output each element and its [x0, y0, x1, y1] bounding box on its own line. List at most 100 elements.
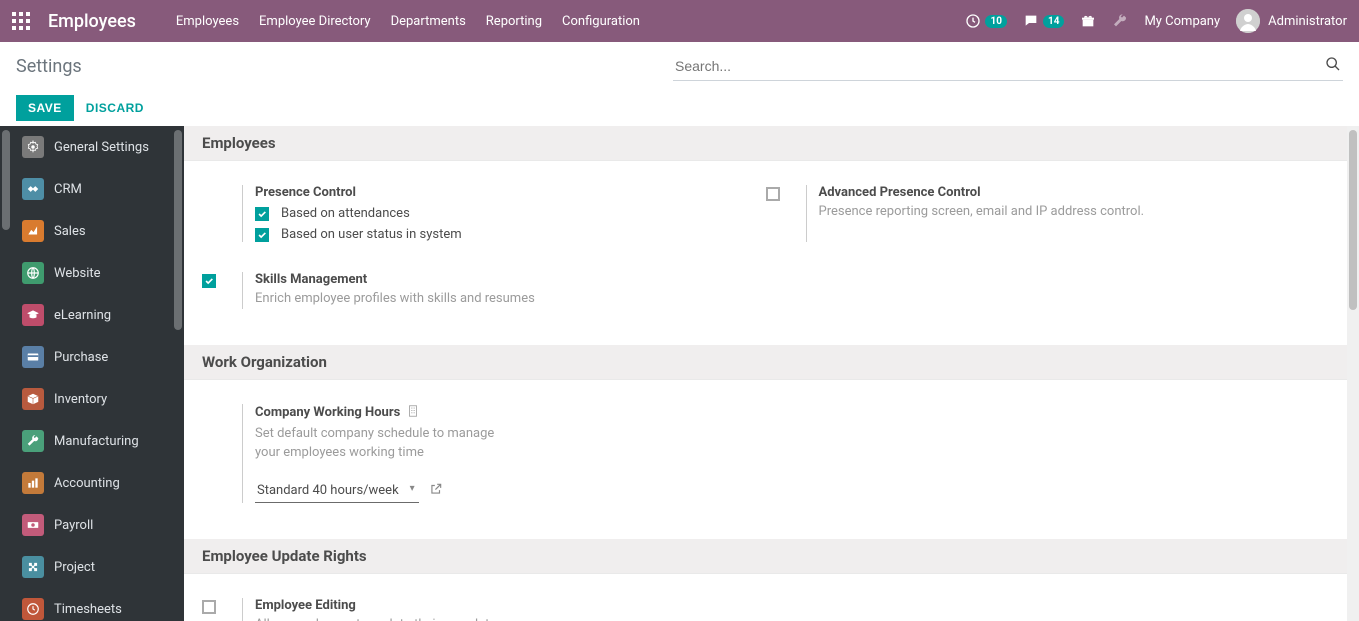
save-button[interactable]: SAVE	[16, 95, 74, 121]
topbar-right: 10 14 My Company Administrator	[965, 9, 1347, 33]
sidebar-item-label: eLearning	[54, 308, 111, 323]
action-bar: SAVE DISCARD	[0, 90, 1359, 126]
cap-icon	[22, 304, 44, 326]
clock-icon	[22, 598, 44, 620]
sidebar-item-website[interactable]: Website	[12, 252, 172, 294]
company-name[interactable]: My Company	[1144, 14, 1220, 29]
settings-sidebar: General Settings CRM Sales Website eLear…	[12, 126, 172, 621]
setting-title: Company Working Hours	[255, 404, 766, 422]
search-input[interactable]	[673, 52, 1343, 81]
wrench-icon	[22, 430, 44, 452]
setting-desc: Allow employees to update their own data	[255, 615, 766, 621]
sidebar-item-label: General Settings	[54, 140, 149, 155]
activities-count: 10	[985, 15, 1006, 28]
globe-icon	[22, 262, 44, 284]
sidebar-item-label: Manufacturing	[54, 434, 139, 449]
section-header-work-org: Work Organization	[184, 345, 1347, 380]
sidebar-item-label: Purchase	[54, 350, 108, 365]
user-menu[interactable]: Administrator	[1236, 9, 1347, 33]
sidebar-item-general-settings[interactable]: General Settings	[12, 126, 172, 168]
setting-title: Presence Control	[255, 185, 766, 200]
setting-desc: Enrich employee profiles with skills and…	[255, 289, 1329, 309]
sidebar-item-label: Sales	[54, 224, 86, 239]
settings-content: Employees Presence Control Based on atte…	[184, 126, 1347, 621]
search-wrap	[673, 52, 1343, 81]
checkbox-label: Based on attendances	[281, 206, 410, 221]
sidebar-scrollbar-left[interactable]	[0, 126, 12, 621]
setting-working-hours: Company Working Hours Set default compan…	[202, 398, 766, 509]
sidebar-item-label: Payroll	[54, 518, 93, 533]
breadcrumb-bar: Settings	[0, 42, 1359, 90]
gear-icon	[22, 136, 44, 158]
sidebar-item-elearning[interactable]: eLearning	[12, 294, 172, 336]
box-icon	[22, 388, 44, 410]
sidebar-item-label: CRM	[54, 182, 82, 197]
checkbox-attendances[interactable]	[255, 207, 269, 221]
discard-button[interactable]: DISCARD	[86, 101, 144, 115]
apps-icon[interactable]	[12, 12, 30, 30]
sidebar-item-accounting[interactable]: Accounting	[12, 462, 172, 504]
sidebar-item-sales[interactable]: Sales	[12, 210, 172, 252]
section-header-employees: Employees	[184, 126, 1347, 161]
app-brand[interactable]: Employees	[48, 11, 136, 32]
puzzle-icon	[22, 556, 44, 578]
checkbox-skills-management[interactable]	[202, 274, 216, 288]
select-value: Standard 40 hours/week	[257, 483, 399, 498]
working-hours-select[interactable]: Standard 40 hours/week	[255, 479, 419, 503]
chart-icon	[22, 220, 44, 242]
chat-icon	[1023, 13, 1039, 29]
card-icon	[22, 346, 44, 368]
sidebar-item-label: Website	[54, 266, 101, 281]
sidebar-item-project[interactable]: Project	[12, 546, 172, 588]
user-name: Administrator	[1268, 14, 1347, 29]
activities-button[interactable]: 10	[965, 13, 1006, 29]
sidebar-item-label: Project	[54, 560, 95, 575]
checkbox-user-status[interactable]	[255, 228, 269, 242]
nav-departments[interactable]: Departments	[391, 14, 466, 29]
money-icon	[22, 514, 44, 536]
setting-desc: Presence reporting screen, email and IP …	[819, 202, 1330, 222]
checkbox-advanced-presence[interactable]	[766, 187, 780, 201]
setting-desc: Set default company schedule to manage y…	[255, 424, 515, 463]
sidebar-item-payroll[interactable]: Payroll	[12, 504, 172, 546]
setting-title: Advanced Presence Control	[819, 185, 1330, 200]
sidebar-scrollbar-right[interactable]	[172, 126, 184, 621]
building-icon	[406, 404, 420, 422]
checkbox-employee-editing[interactable]	[202, 600, 216, 614]
sidebar-item-timesheets[interactable]: Timesheets	[12, 588, 172, 621]
setting-employee-editing: Employee Editing Allow employees to upda…	[202, 592, 766, 621]
messages-count: 14	[1043, 15, 1064, 28]
nav-employee-directory[interactable]: Employee Directory	[259, 14, 371, 29]
topbar: Employees Employees Employee Directory D…	[0, 0, 1359, 42]
clock-icon	[965, 13, 981, 29]
sidebar-item-label: Accounting	[54, 476, 120, 491]
bars-icon	[22, 472, 44, 494]
setting-skills-management: Skills Management Enrich employee profil…	[202, 266, 1329, 315]
external-link-icon[interactable]	[429, 482, 443, 500]
gift-icon[interactable]	[1080, 13, 1096, 29]
nav-configuration[interactable]: Configuration	[562, 14, 640, 29]
sidebar-item-label: Inventory	[54, 392, 107, 407]
page-title: Settings	[16, 56, 82, 77]
setting-title: Employee Editing	[255, 598, 766, 613]
content-scrollbar[interactable]	[1347, 126, 1359, 621]
sidebar-item-purchase[interactable]: Purchase	[12, 336, 172, 378]
sidebar-item-manufacturing[interactable]: Manufacturing	[12, 420, 172, 462]
setting-title: Skills Management	[255, 272, 1329, 287]
setting-title-text: Company Working Hours	[255, 405, 400, 420]
nav-employees[interactable]: Employees	[176, 14, 239, 29]
section-header-update-rights: Employee Update Rights	[184, 539, 1347, 574]
wrench-icon[interactable]	[1112, 13, 1128, 29]
sidebar-item-label: Timesheets	[54, 602, 122, 617]
nav-reporting[interactable]: Reporting	[486, 14, 542, 29]
avatar-icon	[1236, 9, 1260, 33]
setting-advanced-presence: Advanced Presence Control Presence repor…	[766, 179, 1330, 248]
handshake-icon	[22, 178, 44, 200]
top-nav: Employees Employee Directory Departments…	[176, 14, 640, 29]
messages-button[interactable]: 14	[1023, 13, 1064, 29]
sidebar-item-crm[interactable]: CRM	[12, 168, 172, 210]
checkbox-label: Based on user status in system	[281, 227, 462, 242]
sidebar-item-inventory[interactable]: Inventory	[12, 378, 172, 420]
search-icon[interactable]	[1325, 56, 1341, 76]
setting-presence-control: Presence Control Based on attendances Ba…	[202, 179, 766, 248]
